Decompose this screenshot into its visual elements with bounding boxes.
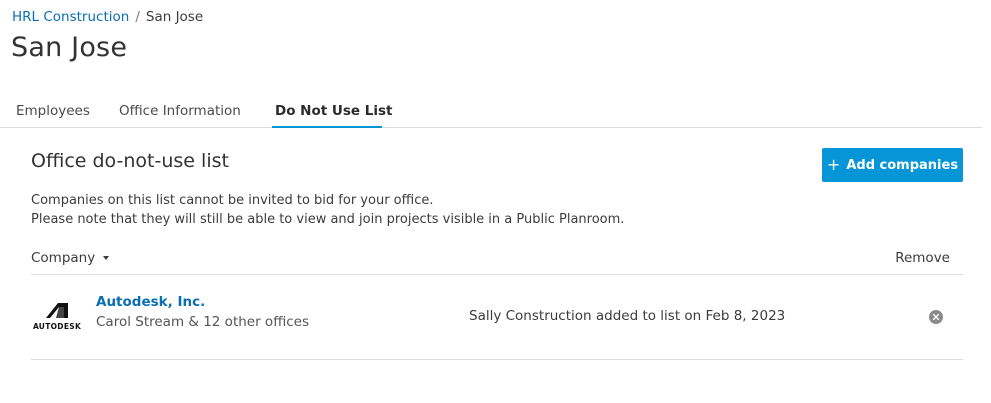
company-offices: Carol Stream & 12 other offices [96, 314, 310, 330]
section-title: Office do-not-use list [31, 150, 229, 172]
add-companies-button[interactable]: + Add companies [822, 148, 963, 182]
add-companies-label: Add companies [846, 157, 959, 173]
company-name-link[interactable]: Autodesk, Inc. [96, 294, 205, 310]
breadcrumb: HRL Construction / San Jose [12, 8, 203, 26]
remove-x-glyph [933, 314, 939, 320]
company-column-header[interactable]: Company [31, 250, 110, 266]
breadcrumb-current: San Jose [145, 9, 204, 25]
tab-bar: Employees Office Information Do Not Use … [0, 96, 982, 128]
tab-do-not-use-list[interactable]: Do Not Use List [275, 102, 392, 120]
breadcrumb-separator: / [135, 9, 140, 25]
company-logo: AUTODESK [32, 293, 82, 333]
sort-caret-down-icon [103, 256, 110, 260]
autodesk-logo-icon [46, 303, 68, 318]
remove-column-header: Remove [895, 250, 950, 266]
breadcrumb-parent-link[interactable]: HRL Construction [12, 9, 129, 25]
remove-close-icon[interactable] [929, 310, 943, 324]
tab-office-information[interactable]: Office Information [119, 102, 241, 120]
description-line-1: Companies on this list cannot be invited… [31, 193, 434, 208]
company-column-label: Company [31, 250, 96, 266]
company-logo-text: AUTODESK [32, 322, 82, 331]
description-line-2: Please note that they will still be able… [31, 212, 625, 227]
active-tab-indicator [272, 126, 382, 128]
tab-employees[interactable]: Employees [16, 102, 90, 120]
table-row: AUTODESK Autodesk, Inc. Carol Stream & 1… [31, 275, 963, 360]
plus-icon: + [826, 155, 841, 174]
table-header: Company Remove [31, 248, 963, 275]
added-to-list-text: Sally Construction added to list on Feb … [469, 308, 786, 324]
page-title: San Jose [11, 32, 128, 63]
